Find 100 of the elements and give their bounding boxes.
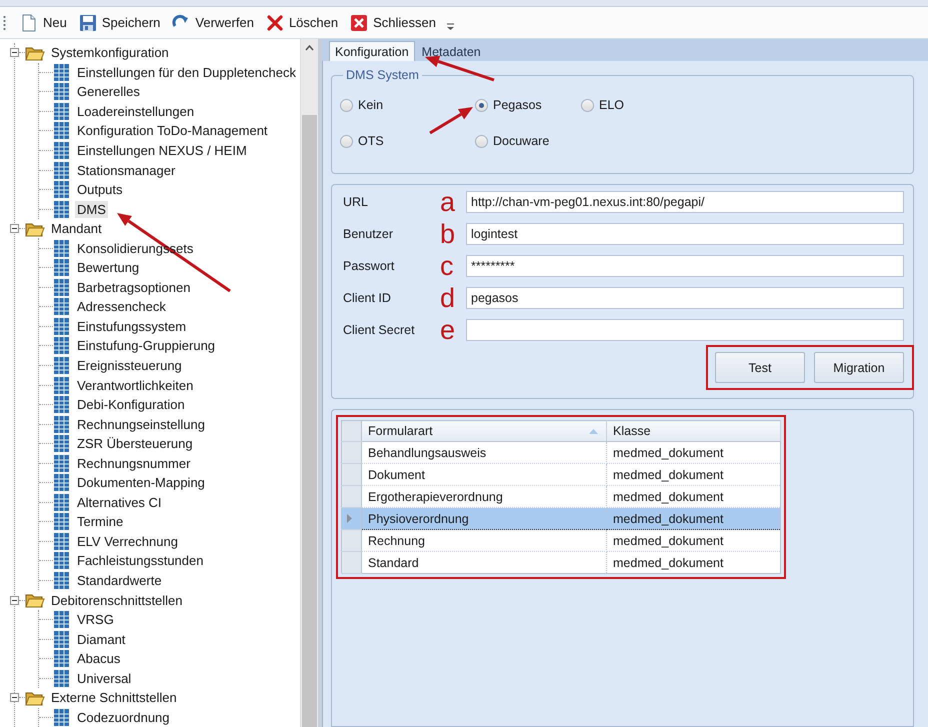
action-button[interactable]: Migration <box>814 352 904 383</box>
tree-item[interactable]: Dokumenten-Mapping <box>75 474 207 492</box>
grid-icon <box>53 316 70 336</box>
radio-button[interactable] <box>475 134 488 148</box>
grid-icon <box>53 82 70 102</box>
grid-icon <box>53 610 70 630</box>
tree-item[interactable]: Verantwortlichkeiten <box>75 376 196 394</box>
tree-item[interactable]: Einstufungssystem <box>75 318 188 335</box>
collapse-icon[interactable] <box>10 596 19 605</box>
tree-item[interactable]: Stationsmanager <box>75 162 178 179</box>
grid-icon <box>53 532 70 551</box>
grid-icon <box>53 708 70 727</box>
tab[interactable]: Metadaten <box>416 42 486 61</box>
folder-icon <box>25 44 45 61</box>
grid-icon <box>53 551 70 570</box>
input-field[interactable]: logintest <box>466 223 904 245</box>
tree-item[interactable]: Rechnungsnummer <box>75 454 192 472</box>
annotation-letter: a <box>440 191 456 213</box>
field-label: Client Secret <box>343 323 416 337</box>
tree-item[interactable]: ZSR Übersteuerung <box>75 435 195 452</box>
table-cell: medmed_dokument <box>606 442 780 464</box>
grid-icon <box>53 473 70 492</box>
tree-item[interactable]: Diamant <box>75 630 128 648</box>
delete-icon <box>266 14 284 32</box>
radio-button[interactable] <box>581 98 594 112</box>
input-field[interactable]: ********* <box>466 255 904 277</box>
grid-icon <box>53 200 70 219</box>
table-cell: medmed_dokument <box>606 486 780 508</box>
grid-icon <box>53 180 70 200</box>
tree-item[interactable]: DMS <box>75 200 108 218</box>
tree-item[interactable]: Barbetragsoptionen <box>75 278 192 296</box>
column-header[interactable]: Formularart <box>362 420 606 442</box>
collapse-icon[interactable] <box>10 693 19 702</box>
toolbar-button[interactable]: Löschen <box>262 10 342 34</box>
field-label: URL <box>343 195 370 209</box>
tree-item[interactable]: Mandant <box>49 220 104 238</box>
grid-icon <box>53 297 70 316</box>
tree-item[interactable]: Externe Schnittstellen <box>49 689 179 706</box>
annotation-letter: b <box>440 223 456 245</box>
close-icon <box>350 14 368 32</box>
annotation-arrow <box>429 107 473 134</box>
tab[interactable]: Konfiguration <box>329 41 415 61</box>
radio-option[interactable]: ELO <box>581 98 905 112</box>
tree-item[interactable]: Generelles <box>75 83 142 100</box>
grid-icon <box>53 336 70 356</box>
toolbar-button[interactable]: Speichern <box>74 10 164 34</box>
tree-item[interactable]: Standardwerte <box>75 572 164 590</box>
tree-item[interactable]: Outputs <box>75 181 125 198</box>
input-field[interactable]: pegasos <box>466 287 904 309</box>
radio-option[interactable]: Docuware <box>475 134 581 148</box>
action-button[interactable]: Test <box>715 352 805 383</box>
collapse-icon[interactable] <box>10 224 19 234</box>
tree-item[interactable]: Abacus <box>75 650 122 668</box>
tree-item[interactable]: Codezuordnung <box>75 708 172 726</box>
collapse-icon[interactable] <box>10 48 19 58</box>
tree-item[interactable]: Fachleistungsstunden <box>75 552 206 570</box>
tree-item[interactable]: VRSG <box>75 611 116 628</box>
radio-option[interactable]: Pegasos <box>475 98 581 112</box>
tree-item[interactable]: Loadereinstellungen <box>75 102 196 120</box>
scroll-up-icon[interactable] <box>305 45 314 51</box>
annotation-letter: c <box>440 255 454 277</box>
input-field[interactable] <box>466 319 904 341</box>
grid-icon <box>53 278 70 297</box>
annotation-letter: d <box>440 287 456 309</box>
tree-item[interactable]: Adressencheck <box>75 298 168 316</box>
tree-item[interactable]: Alternatives CI <box>75 494 164 511</box>
table-cell: medmed_dokument <box>606 508 780 530</box>
table-cell: medmed_dokument <box>606 464 780 486</box>
toolbar-button[interactable]: Neu <box>16 10 71 34</box>
tree-item[interactable]: Termine <box>75 513 126 530</box>
overflow-icon[interactable] <box>446 22 455 30</box>
grid-icon <box>53 102 70 121</box>
column-header[interactable]: Klasse <box>606 420 780 442</box>
tree-item[interactable]: Rechnungseinstellung <box>75 416 207 433</box>
tree-item[interactable]: Einstellungen für den Duppletencheck <box>75 64 298 81</box>
tree-item[interactable]: Konfiguration ToDo-Management <box>75 122 270 140</box>
tree-item[interactable]: ELV Verrechnung <box>75 532 180 550</box>
tree-item[interactable]: Bewertung <box>75 259 142 276</box>
field-label: Benutzer <box>343 227 394 241</box>
radio-button[interactable] <box>475 98 488 112</box>
radio-button[interactable] <box>340 98 353 112</box>
grid-icon <box>53 414 70 434</box>
scrollbar[interactable] <box>300 39 318 727</box>
tree-item[interactable]: Systemkonfiguration <box>49 44 171 62</box>
toolbar-button[interactable]: Verwerfen <box>168 10 258 34</box>
tree-item[interactable]: Debitorenschnittstellen <box>49 592 185 609</box>
radio-button[interactable] <box>340 134 353 148</box>
tree-item[interactable]: Einstufung-Gruppierung <box>75 337 218 354</box>
tree-item[interactable]: Einstellungen NEXUS / HEIM <box>75 142 249 159</box>
input-field[interactable]: http://chan-vm-peg01.nexus.int:80/pegapi/ <box>466 191 904 213</box>
table-cell: Standard <box>362 552 606 574</box>
tree-item[interactable]: Ereignissteuerung <box>75 357 184 374</box>
toolbar-grip[interactable] <box>3 14 6 30</box>
toolbar-button[interactable]: Schliessen <box>346 10 440 34</box>
tree-item[interactable]: Universal <box>75 670 134 687</box>
tree-item[interactable]: Debi-Konfiguration <box>75 396 187 414</box>
table-cell: Dokument <box>362 464 606 486</box>
radio-option[interactable]: OTS <box>340 134 475 148</box>
folder-icon <box>25 690 45 706</box>
table-cell: Ergotherapieverordnung <box>362 486 606 508</box>
